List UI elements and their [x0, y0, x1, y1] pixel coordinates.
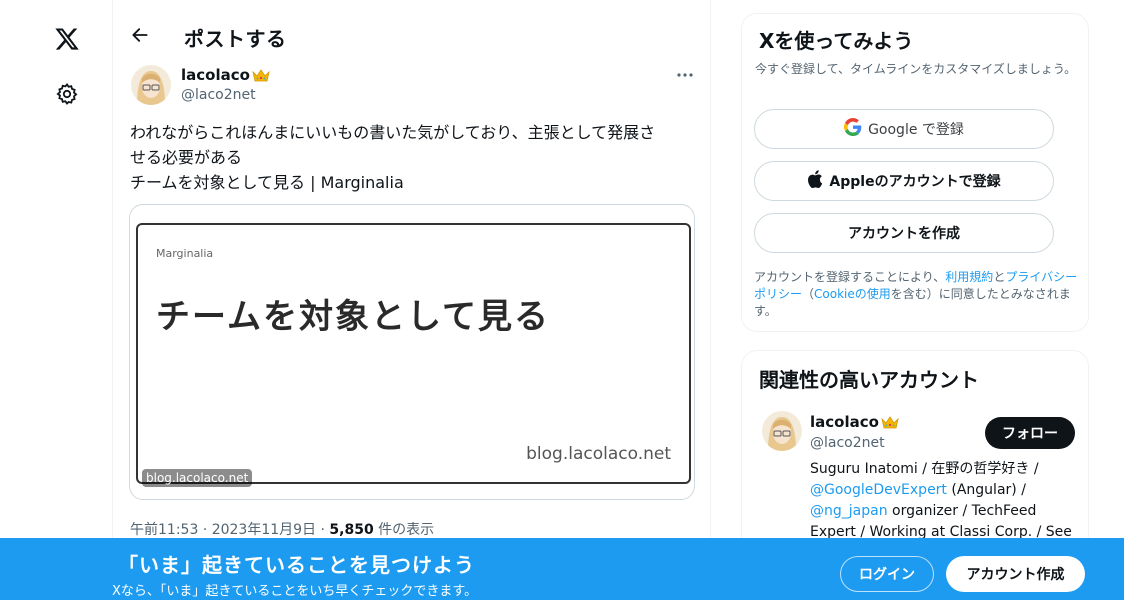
post-timestamp[interactable]: 午前11:53 · 2023年11月9日 · [130, 522, 329, 538]
create-account-label: アカウントを作成 [848, 226, 960, 242]
views-count: 5,850 [329, 522, 374, 538]
signup-subtitle: 今すぐ登録して、タイムラインをカスタマイズしましょう。 [755, 62, 1077, 76]
bio-line: @ng_japan organizer / TechFeed [810, 501, 1078, 522]
bio-line: Suguru Inatomi / 在野の哲学好き / [810, 461, 1039, 477]
arrow-left-icon[interactable] [127, 22, 153, 48]
bio-mention-link[interactable]: @ng_japan [810, 503, 888, 519]
post-text: われながらこれほんまにいいもの書いた気がしており、主張として発展さ せる必要があ… [130, 120, 700, 195]
terms-notice: アカウントを登録することにより、利用規約とプライバシーポリシー（Cookieの使… [754, 269, 1084, 320]
post-meta: 午前11:53 · 2023年11月9日 · 5,850 件の表示 [130, 519, 434, 539]
bottom-signup-bar: 「いま」起きていることを見つけよう Xなら、「いま」起きていることをいち早くチェ… [0, 538, 1124, 600]
apple-signup-label: Appleのアカウントで登録 [829, 174, 1001, 190]
post-text-line: チームを対象として見る | Marginalia [130, 173, 404, 192]
views-label: 件の表示 [373, 522, 435, 538]
left-nav [0, 0, 112, 600]
terms-text: アカウントを登録することにより、 [754, 270, 946, 284]
page-header: ポストする [113, 14, 712, 58]
avatar[interactable] [762, 411, 802, 451]
apple-signup-button[interactable]: Appleのアカウントで登録 [754, 161, 1054, 201]
signup-box: Xを使ってみよう 今すぐ登録して、タイムラインをカスタマイズしましょう。 Goo… [741, 13, 1089, 332]
create-account-button[interactable]: アカウントを作成 [754, 213, 1054, 253]
google-signup-button[interactable]: Google で登録 [754, 109, 1054, 149]
cookie-link[interactable]: Cookieの使用 [814, 287, 891, 301]
terms-text: （ [802, 287, 815, 301]
main-column: ポストする lacolaco @laco2net われながらこれほんまにいいもの… [112, 0, 711, 600]
card-domain-badge: blog.lacolaco.net [142, 469, 253, 487]
related-accounts-box: 関連性の高いアカウント lacolaco @laco2net フォロー Sugu… [741, 350, 1089, 550]
card-headline: チームを対象として見る [156, 297, 550, 337]
crown-icon [881, 415, 899, 429]
suggested-account-name[interactable]: lacolaco [810, 413, 899, 431]
avatar[interactable] [131, 65, 171, 105]
terms-text: と [993, 270, 1006, 284]
follow-button[interactable]: フォロー [985, 417, 1075, 449]
card-site-name: Marginalia [156, 247, 214, 260]
bio-text: (Angular) / [946, 482, 1026, 498]
suggested-account-handle[interactable]: @laco2net [810, 435, 885, 451]
page-title: ポストする [184, 27, 287, 51]
bio-text: organizer / TechFeed [887, 503, 1037, 519]
link-card-image: Marginalia チームを対象として見る blog.lacolaco.net [136, 223, 691, 484]
signup-title: Xを使ってみよう [759, 29, 914, 53]
signup-button[interactable]: アカウント作成 [946, 556, 1085, 592]
bottom-bar-subtitle: Xなら、「いま」起きていることをいち早くチェックできます。 [112, 584, 478, 599]
post-text-line: われながらこれほんまにいいもの書いた気がしており、主張として発展さ [130, 123, 656, 142]
related-title: 関連性の高いアカウント [759, 368, 979, 392]
author-name[interactable]: lacolaco [181, 66, 270, 84]
login-button[interactable]: ログイン [840, 556, 934, 592]
google-icon [844, 118, 862, 140]
link-card[interactable]: Marginalia チームを対象として見る blog.lacolaco.net… [129, 204, 695, 500]
author-handle[interactable]: @laco2net [181, 87, 256, 103]
terms-link[interactable]: 利用規約 [945, 270, 993, 284]
suggested-account-bio: Suguru Inatomi / 在野の哲学好き / @GoogleDevExp… [810, 459, 1078, 543]
post-text-line: せる必要がある [130, 148, 243, 167]
x-logo-icon[interactable] [50, 22, 84, 56]
card-image-domain: blog.lacolaco.net [526, 444, 671, 464]
gear-icon[interactable] [50, 77, 84, 111]
suggested-name-text: lacolaco [810, 413, 879, 431]
bottom-bar-title: 「いま」起きていることを見つけよう [118, 553, 475, 577]
bio-mention-link[interactable]: @GoogleDevExpert [810, 482, 947, 498]
bio-line: @GoogleDevExpert (Angular) / [810, 480, 1078, 501]
author-name-text: lacolaco [181, 66, 250, 84]
more-options-icon[interactable] [673, 66, 697, 84]
google-signup-label: Google で登録 [868, 122, 964, 138]
apple-icon [807, 170, 823, 192]
crown-icon [252, 68, 270, 82]
